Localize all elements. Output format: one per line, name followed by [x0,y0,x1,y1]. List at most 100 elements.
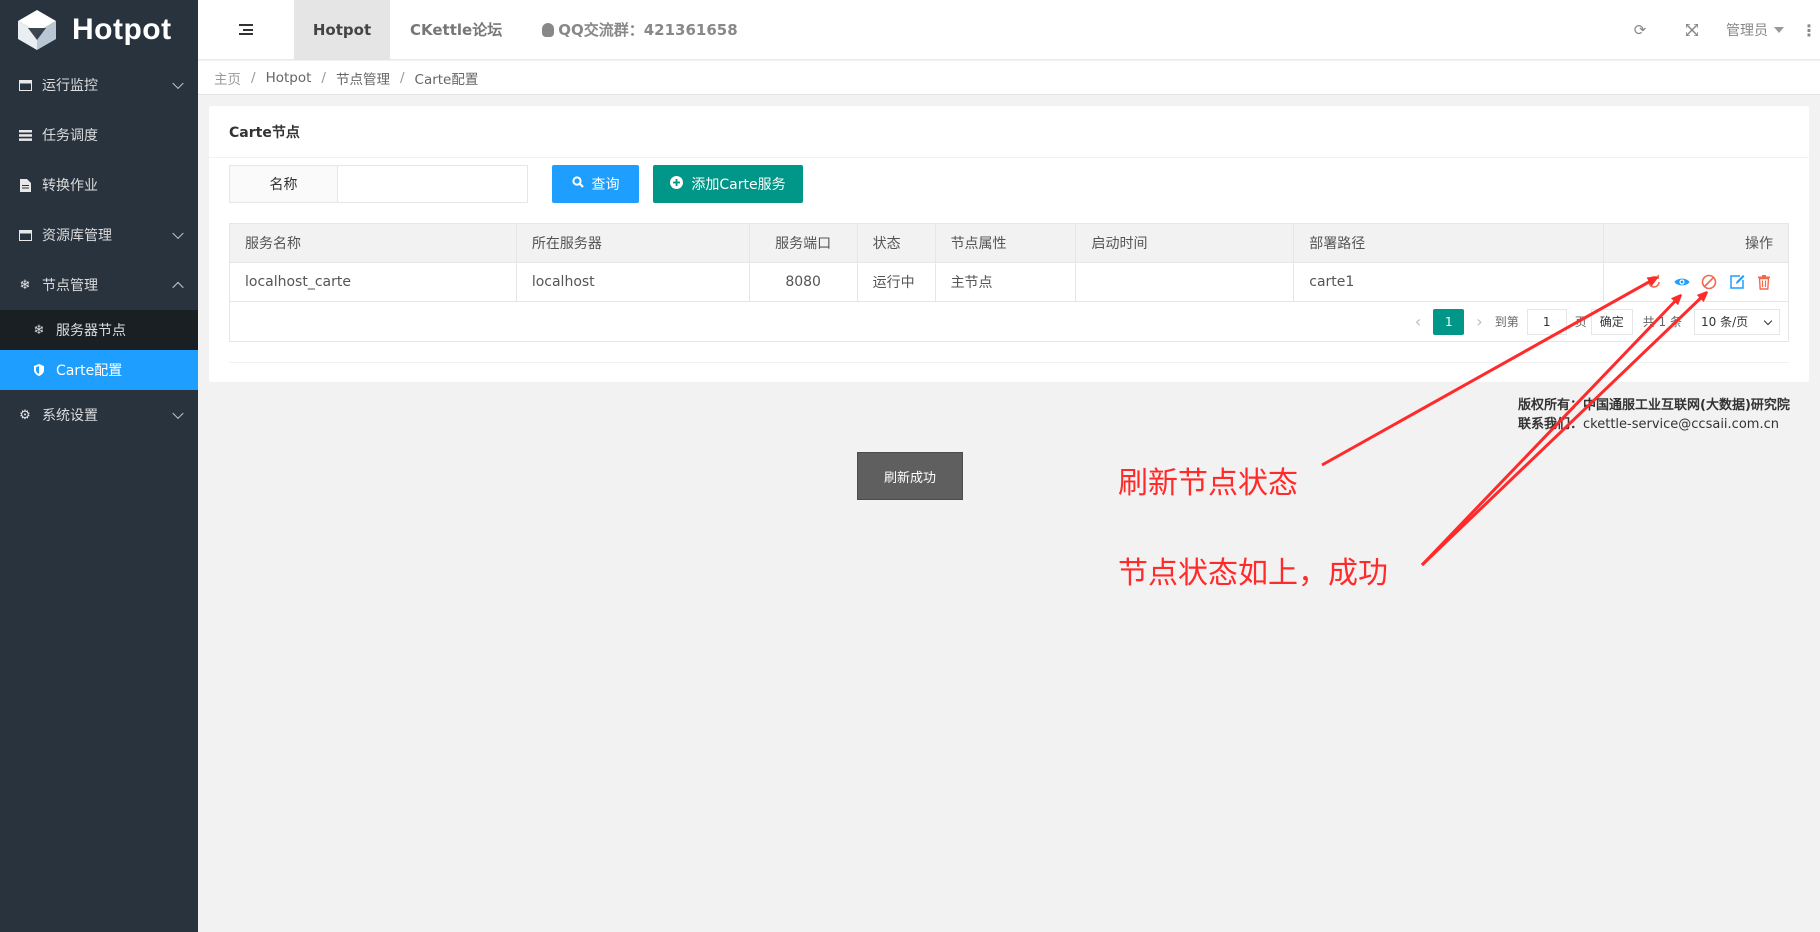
next-page-icon[interactable]: › [1476,312,1482,331]
tab-ckettle-forum[interactable]: CKettle论坛 [390,0,522,60]
fullscreen-icon [1686,24,1698,36]
name-label: 名称 [229,165,338,203]
column-header: 所在服务器 [515,223,750,263]
chevron-down-icon [172,77,184,90]
search-form: 名称 查询 添加Carte服务 [229,165,803,203]
card-title: Carte节点 [209,106,1809,158]
header-right: ⟳ 管理员 ⋮ [1614,0,1820,60]
breadcrumb-carte-config: Carte配置 [414,71,479,88]
refresh-icon[interactable] [1645,273,1663,291]
sidebar-item-monitor[interactable]: 运行监控 [0,60,198,110]
sidebar-item-server-nodes[interactable]: ❄ 服务器节点 [0,310,198,350]
goto-page-input[interactable]: 1 [1526,308,1567,335]
add-carte-button-label: 添加Carte服务 [691,177,786,193]
total-count: 共 1 条 [1642,315,1682,329]
admin-menu[interactable]: 管理员 [1718,20,1798,40]
plus-circle-icon [670,175,684,193]
top-header: Hotpot CKettle论坛 QQ交流群：421361658 ⟳ 管理员 ⋮ [198,0,1820,60]
column-header: 服务名称 [229,223,517,263]
carte-card: Carte节点 名称 查询 添加Carte服务 服务名称 所在服务器 服务端口 [209,106,1809,382]
breadcrumb-home[interactable]: 主页 [214,68,241,88]
sidebar-item-label: 服务器节点 [56,323,126,339]
goto-confirm-button[interactable]: 确定 [1590,308,1633,335]
sidebar-item-label: 运行监控 [42,78,98,94]
refresh-button[interactable]: ⟳ [1614,0,1666,60]
cell-service-name: localhost_carte [229,262,517,302]
chevron-down-icon [172,227,184,240]
fullscreen-button[interactable] [1666,0,1718,60]
logo-text: Hotpot [72,13,172,46]
cell-node-type: 主节点 [934,262,1077,302]
ban-icon[interactable] [1700,273,1718,291]
breadcrumb-separator: / [399,69,405,86]
sidebar: Hotpot 运行监控 任务调度 转换作业 资源库管理 ❄ 节点管理 ❄ 服务器… [0,0,198,932]
gears-icon: ⚙ [19,407,31,423]
edit-icon[interactable] [1728,273,1746,291]
sidebar-item-label: Carte配置 [56,363,123,379]
menu-icon [239,24,253,35]
eye-icon[interactable] [1673,273,1691,291]
breadcrumb-hotpot[interactable]: Hotpot [266,70,312,86]
contact-email[interactable]: ckettle-service@ccsaii.com.cn [1583,417,1779,432]
refresh-icon: ⟳ [1633,21,1647,39]
sidebar-item-label: 转换作业 [42,178,98,194]
file-icon [18,178,32,192]
cell-server: localhost [515,262,750,302]
query-button[interactable]: 查询 [552,165,639,203]
shield-icon [32,364,46,376]
sidebar-item-scheduling[interactable]: 任务调度 [0,110,198,160]
cell-port: 8080 [748,262,858,302]
chevron-up-icon [172,281,184,294]
prev-page-icon[interactable]: ‹ [1415,312,1421,331]
snowflake-icon: ❄ [19,277,31,293]
page-size-select[interactable]: 10 条/页 [1694,308,1780,335]
tab-hotpot[interactable]: Hotpot [294,0,390,60]
trash-icon[interactable] [1755,273,1773,291]
sidebar-item-label: 系统设置 [42,408,98,424]
copyright-line: 版权所有：中国通服工业互联网(大数据)研究院 [1518,396,1790,415]
name-input[interactable] [338,165,528,203]
column-header: 操作 [1602,223,1790,263]
copyright: 版权所有：中国通服工业互联网(大数据)研究院 联系我们：ckettle-serv… [1518,396,1790,434]
cell-status: 运行中 [856,262,936,302]
toast-message: 刷新成功 [857,452,963,500]
qq-group-link[interactable]: QQ交流群：421361658 [542,19,738,40]
sidebar-item-nodes[interactable]: ❄ 节点管理 [0,260,198,310]
menu-toggle-button[interactable] [198,0,294,60]
list-icon [18,128,32,142]
column-header: 节点属性 [934,223,1077,263]
sidebar-item-settings[interactable]: ⚙ 系统设置 [0,390,198,440]
caret-down-icon [1774,27,1784,33]
annotation-status: 节点状态如上，成功 [1118,556,1388,591]
annotation-refresh: 刷新节点状态 [1118,466,1298,501]
copyright-org: 中国通服工业互联网(大数据)研究院 [1583,398,1790,413]
snowflake-icon: ❄ [33,322,45,338]
sidebar-item-repository[interactable]: 资源库管理 [0,210,198,260]
current-page[interactable]: 1 [1433,308,1465,335]
query-button-label: 查询 [591,177,620,193]
breadcrumb-separator: / [321,69,326,86]
more-vertical-icon: ⋮ [1801,20,1817,40]
qq-group-text: QQ交流群：421361658 [558,21,738,39]
hotpot-logo-icon [18,10,56,50]
add-carte-button[interactable]: 添加Carte服务 [653,165,803,203]
sidebar-item-transform[interactable]: 转换作业 [0,160,198,210]
column-header: 启动时间 [1075,223,1295,263]
contact-label: 联系我们： [1518,417,1584,432]
logo[interactable]: Hotpot [0,0,198,60]
table-header-row: 服务名称 所在服务器 服务端口 状态 节点属性 启动时间 部署路径 操作 [229,223,1790,263]
page-size-value: 10 条/页 [1701,315,1749,329]
more-button[interactable]: ⋮ [1798,21,1820,40]
sidebar-item-label: 任务调度 [42,128,98,144]
window-icon [18,78,32,92]
sidebar-item-carte-config[interactable]: Carte配置 [0,350,198,390]
breadcrumb-node-management[interactable]: 节点管理 [336,68,390,88]
admin-label: 管理员 [1726,23,1768,39]
sidebar-item-label: 节点管理 [42,278,98,294]
divider [229,362,1789,363]
cell-actions [1602,262,1790,302]
goto-label: 到第 [1494,315,1519,329]
search-icon [571,176,584,192]
carte-table: 服务名称 所在服务器 服务端口 状态 节点属性 启动时间 部署路径 操作 loc… [229,223,1790,302]
chevron-down-icon [1763,316,1773,325]
